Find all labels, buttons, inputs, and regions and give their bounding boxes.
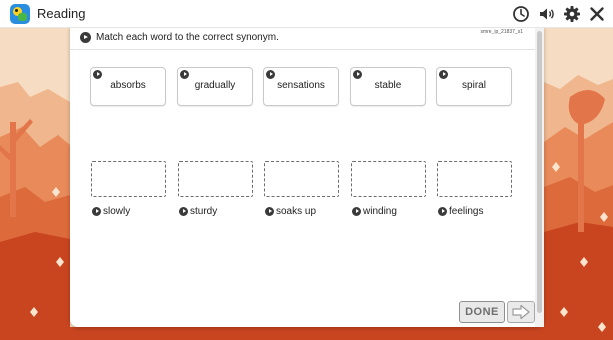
word-label: sensations bbox=[277, 80, 325, 91]
close-icon[interactable] bbox=[588, 5, 606, 23]
drop-target[interactable] bbox=[178, 161, 253, 197]
instruction-bar: Match each word to the correct synonym. … bbox=[70, 27, 535, 50]
play-audio-icon[interactable] bbox=[180, 70, 189, 79]
word-label: absorbs bbox=[110, 80, 146, 91]
done-button[interactable]: DONE bbox=[459, 301, 505, 323]
arrow-right-icon bbox=[512, 304, 530, 320]
drop-target[interactable] bbox=[351, 161, 426, 197]
skill-code: smre_ip_21837_s1 bbox=[480, 29, 523, 35]
synonym-feelings: feelings bbox=[438, 206, 513, 218]
play-audio-icon[interactable] bbox=[353, 70, 362, 79]
synonym-label: slowly bbox=[103, 206, 131, 217]
word-label: stable bbox=[374, 80, 402, 91]
synonym-soaks-up: soaks up bbox=[265, 206, 340, 218]
play-audio-icon[interactable] bbox=[352, 207, 361, 216]
play-audio-icon[interactable] bbox=[93, 70, 102, 79]
synonym-winding: winding bbox=[352, 206, 427, 218]
synonym-label: sturdy bbox=[190, 206, 218, 217]
word-tile-sensations[interactable]: sensations bbox=[263, 67, 339, 106]
drop-target[interactable] bbox=[91, 161, 166, 197]
gear-icon[interactable] bbox=[563, 5, 581, 23]
clock-icon[interactable] bbox=[512, 5, 530, 23]
word-tile-stable[interactable]: stable bbox=[350, 67, 426, 106]
scrollbar[interactable] bbox=[535, 27, 544, 327]
drop-target[interactable] bbox=[437, 161, 512, 197]
play-audio-icon[interactable] bbox=[438, 207, 447, 216]
top-bar: Reading bbox=[0, 0, 613, 28]
speaker-icon[interactable] bbox=[538, 5, 556, 23]
play-audio-icon[interactable] bbox=[179, 207, 188, 216]
synonym-slowly: slowly bbox=[92, 206, 167, 218]
play-audio-icon[interactable] bbox=[92, 207, 101, 216]
play-instruction-icon[interactable] bbox=[80, 32, 91, 43]
next-button[interactable] bbox=[507, 301, 535, 323]
synonym-sturdy: sturdy bbox=[179, 206, 254, 218]
synonym-label: feelings bbox=[449, 206, 484, 217]
app-title: Reading bbox=[37, 6, 86, 21]
drop-target[interactable] bbox=[264, 161, 339, 197]
play-audio-icon[interactable] bbox=[439, 70, 448, 79]
word-tile-absorbs[interactable]: absorbs bbox=[90, 67, 166, 106]
word-tile-spiral[interactable]: spiral bbox=[436, 67, 512, 106]
instruction-text: Match each word to the correct synonym. bbox=[96, 32, 279, 43]
synonym-label: soaks up bbox=[276, 206, 317, 217]
scroll-thumb[interactable] bbox=[537, 31, 542, 313]
word-label: spiral bbox=[462, 80, 486, 91]
word-tile-gradually[interactable]: gradually bbox=[177, 67, 253, 106]
play-audio-icon[interactable] bbox=[266, 70, 275, 79]
activity-card: Match each word to the correct synonym. … bbox=[70, 27, 544, 327]
word-label: gradually bbox=[194, 80, 236, 91]
play-audio-icon[interactable] bbox=[265, 207, 274, 216]
app-logo-icon bbox=[10, 4, 30, 24]
synonym-label: winding bbox=[363, 206, 397, 217]
